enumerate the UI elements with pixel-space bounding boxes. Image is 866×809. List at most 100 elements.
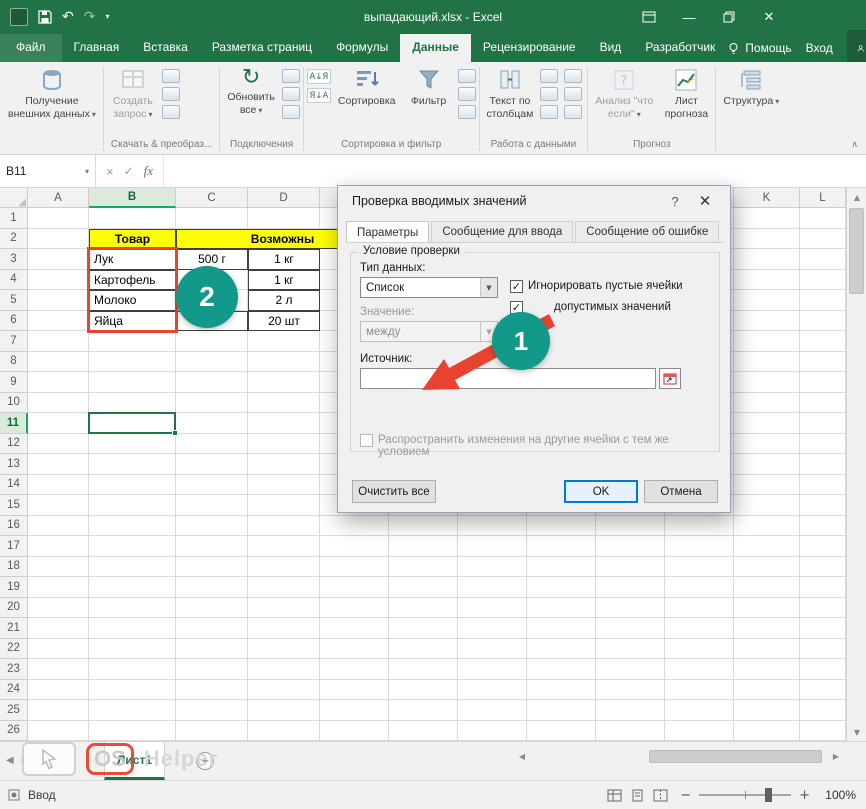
row-header-5[interactable]: 5	[0, 290, 28, 311]
save-icon[interactable]	[38, 10, 52, 24]
grid-cell-D5[interactable]: 2 л	[248, 290, 320, 311]
row-header-19[interactable]: 19	[0, 577, 28, 598]
what-if-analysis-button[interactable]: ? Анализ "чтоесли"	[591, 64, 657, 121]
row-header-10[interactable]: 10	[0, 393, 28, 414]
relationships-icon[interactable]	[540, 105, 558, 119]
column-header-D[interactable]: D	[248, 188, 320, 208]
edit-links-icon[interactable]	[282, 105, 300, 119]
row-header-17[interactable]: 17	[0, 536, 28, 557]
row-header-15[interactable]: 15	[0, 495, 28, 516]
grid-cell-D3[interactable]: 1 кг	[248, 249, 320, 270]
normal-view-icon[interactable]	[607, 789, 622, 802]
sort-descending-button[interactable]: Я↓А	[307, 88, 331, 103]
undo-icon[interactable]: ↶	[62, 10, 74, 24]
tab-home[interactable]: Главная	[62, 34, 132, 62]
row-header-7[interactable]: 7	[0, 331, 28, 352]
tab-review[interactable]: Рецензирование	[471, 34, 588, 62]
column-header-A[interactable]: A	[28, 188, 89, 208]
row-header-22[interactable]: 22	[0, 639, 28, 660]
app-icon[interactable]	[10, 8, 28, 26]
row-header-24[interactable]: 24	[0, 680, 28, 701]
grid-cell-D4[interactable]: 1 кг	[248, 270, 320, 291]
collapse-ribbon-icon[interactable]: ∧	[851, 140, 858, 150]
row-header-18[interactable]: 18	[0, 557, 28, 578]
checkbox-checked-icon[interactable]	[510, 280, 523, 293]
selected-cell-B11[interactable]	[88, 412, 176, 434]
redo-icon[interactable]: ↷	[84, 10, 96, 24]
row-header-21[interactable]: 21	[0, 618, 28, 639]
column-header-B[interactable]: B	[89, 188, 176, 208]
refresh-all-button[interactable]: ↻ Обновитьвсе	[223, 64, 279, 117]
scroll-right-icon[interactable]: ▶	[828, 752, 844, 761]
row-header-3[interactable]: 3	[0, 249, 28, 270]
share-button[interactable]: Общий доступ	[847, 30, 866, 66]
connections-icon[interactable]	[282, 69, 300, 83]
name-box[interactable]: B11 ▾	[0, 155, 96, 187]
data-type-select[interactable]: Список ▼	[360, 277, 498, 298]
vertical-scroll-thumb[interactable]	[849, 208, 864, 294]
insert-function-icon[interactable]: fx	[144, 163, 153, 179]
ok-button[interactable]: OK	[564, 480, 638, 503]
formula-input[interactable]	[164, 155, 866, 187]
scroll-down-icon[interactable]: ▼	[847, 723, 866, 741]
from-table-icon[interactable]	[162, 87, 180, 101]
clear-all-button[interactable]: Очистить все	[352, 480, 436, 503]
properties-icon[interactable]	[282, 87, 300, 101]
zoom-out-icon[interactable]: −	[680, 788, 691, 803]
ribbon-display-options-icon[interactable]	[638, 11, 660, 23]
name-box-caret-icon[interactable]: ▾	[85, 167, 89, 176]
show-queries-icon[interactable]	[162, 69, 180, 83]
row-header-8[interactable]: 8	[0, 352, 28, 373]
grid-cell-B2[interactable]: Товар	[89, 229, 176, 250]
tab-page-layout[interactable]: Разметка страниц	[200, 34, 324, 62]
manage-data-model-icon[interactable]	[564, 105, 582, 119]
row-header-25[interactable]: 25	[0, 700, 28, 721]
cancel-entry-icon[interactable]: ×	[106, 164, 114, 179]
sign-in-link[interactable]: Вход	[806, 41, 833, 55]
dialog-tab-settings[interactable]: Параметры	[346, 221, 429, 243]
row-header-13[interactable]: 13	[0, 454, 28, 475]
consolidate-icon[interactable]	[564, 87, 582, 101]
row-header-14[interactable]: 14	[0, 475, 28, 496]
ignore-blank-checkbox[interactable]: Игнорировать пустые ячейки	[510, 280, 683, 293]
qat-customize-icon[interactable]: ▾	[105, 13, 109, 21]
combo-caret-icon[interactable]: ▼	[480, 278, 497, 297]
row-header-9[interactable]: 9	[0, 372, 28, 393]
row-header-20[interactable]: 20	[0, 598, 28, 619]
dialog-tab-error-alert[interactable]: Сообщение об ошибке	[575, 221, 719, 242]
row-header-2[interactable]: 2	[0, 229, 28, 250]
data-validation-icon[interactable]	[564, 69, 582, 83]
flash-fill-icon[interactable]	[540, 69, 558, 83]
dialog-tab-input-message[interactable]: Сообщение для ввода	[431, 221, 573, 242]
row-header-12[interactable]: 12	[0, 434, 28, 455]
horizontal-scroll-thumb[interactable]	[649, 750, 822, 763]
column-header-C[interactable]: C	[176, 188, 248, 208]
get-external-data-button[interactable]: Получениевнешних данных	[4, 64, 100, 121]
page-layout-view-icon[interactable]	[630, 789, 645, 802]
minimize-icon[interactable]: —	[678, 10, 700, 25]
sort-button[interactable]: Сортировка	[334, 64, 400, 108]
zoom-slider[interactable]	[699, 794, 791, 796]
column-header-L[interactable]: L	[800, 188, 846, 208]
row-header-6[interactable]: 6	[0, 311, 28, 332]
zoom-slider-thumb[interactable]	[765, 788, 772, 802]
range-selector-button[interactable]	[659, 368, 681, 389]
row-header-23[interactable]: 23	[0, 659, 28, 680]
sort-ascending-button[interactable]: А↓Я	[307, 69, 331, 84]
row-header-1[interactable]: 1	[0, 208, 28, 229]
tab-file[interactable]: Файл	[0, 34, 62, 62]
fill-handle[interactable]	[172, 430, 178, 436]
reapply-filter-icon[interactable]	[458, 87, 476, 101]
row-header-16[interactable]: 16	[0, 516, 28, 537]
page-break-view-icon[interactable]	[653, 789, 668, 802]
scroll-up-icon[interactable]: ▲	[847, 188, 866, 206]
close-icon[interactable]: ✕	[758, 9, 780, 25]
row-header-4[interactable]: 4	[0, 270, 28, 291]
new-query-button[interactable]: Создатьзапрос	[107, 64, 159, 121]
vertical-scrollbar[interactable]: ▲ ▼	[846, 188, 866, 741]
tab-view[interactable]: Вид	[588, 34, 634, 62]
advanced-filter-icon[interactable]	[458, 105, 476, 119]
horizontal-scrollbar[interactable]: ◀ ▶	[514, 748, 844, 765]
tab-data[interactable]: Данные	[400, 34, 471, 62]
filter-button[interactable]: Фильтр	[403, 64, 455, 108]
